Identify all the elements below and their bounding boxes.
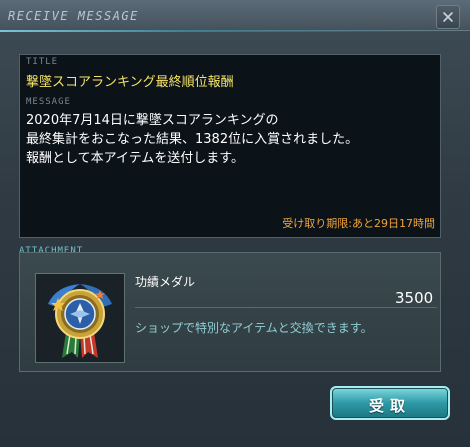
window-title: RECEIVE MESSAGE [8,9,139,23]
medal-icon [48,284,112,358]
item-divider [135,307,437,308]
message-body: 2020年7月14日に撃墜スコアランキングの 最終集計をおこなった結果、1382… [26,111,436,168]
receive-deadline: 受け取り期限:あと29日17時間 [282,217,435,230]
receive-button-label: 受取 [368,397,411,415]
title-bar: RECEIVE MESSAGE [0,0,470,31]
message-title: 撃墜スコアランキング最終順位報酬 [26,75,234,90]
message-panel: TITLE 撃墜スコアランキング最終順位報酬 MESSAGE 2020年7月14… [19,54,441,238]
close-icon [443,12,453,22]
title-accent-line [0,30,470,32]
message-line-2: 最終集計をおこなった結果、1382位に入賞されました。 [26,132,359,147]
item-count: 3500 [395,289,434,307]
item-icon-frame [35,273,125,363]
item-name: 功績メダル [135,275,196,289]
close-button[interactable] [436,5,460,29]
item-description: ショップで特別なアイテムと交換できます。 [135,321,373,335]
message-section-label: MESSAGE [26,97,71,107]
attachment-panel: 功績メダル 3500 ショップで特別なアイテムと交換できます。 [19,252,441,372]
title-section-label: TITLE [26,57,59,67]
receive-button[interactable]: 受取 [330,386,450,420]
receive-message-window: RECEIVE MESSAGE TITLE 撃墜スコアランキング最終順位報酬 M… [0,0,470,447]
message-line-3: 報酬として本アイテムを送付します。 [26,151,245,166]
message-line-1: 2020年7月14日に撃墜スコアランキングの [26,113,279,128]
